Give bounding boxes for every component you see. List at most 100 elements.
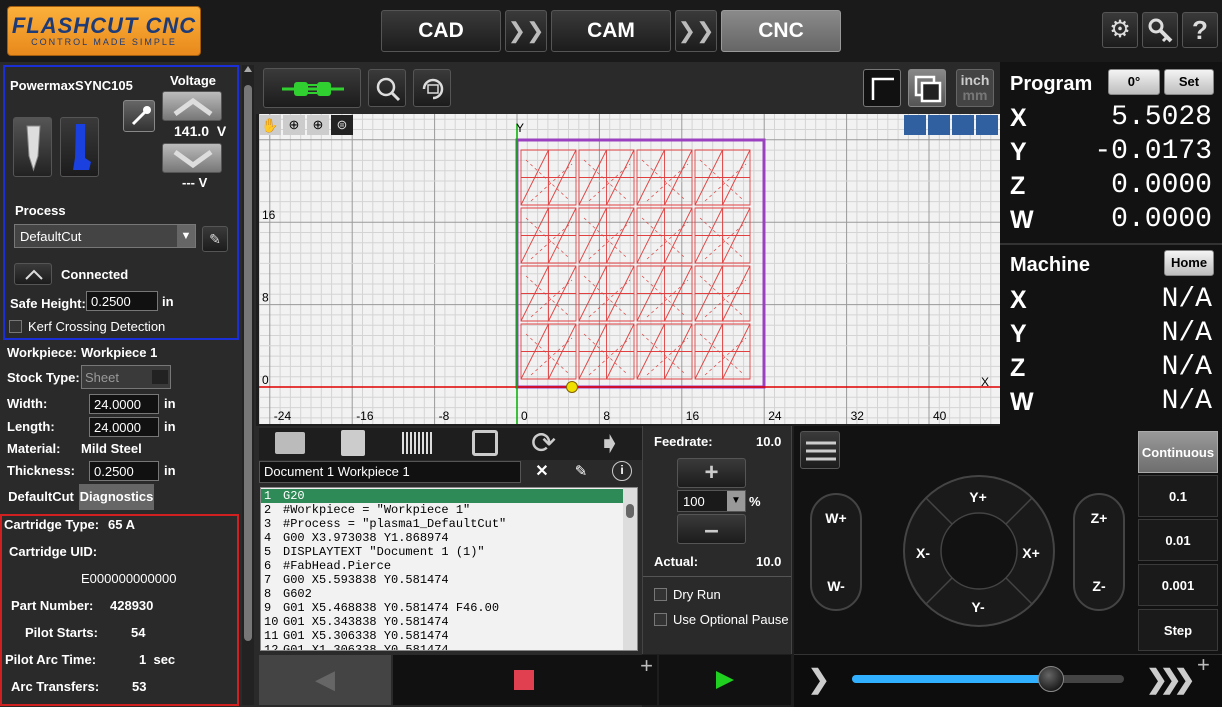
jog-step-0-1[interactable]: 0.1 bbox=[1138, 475, 1218, 517]
layers-button[interactable] bbox=[908, 69, 946, 107]
jog-continuous-button[interactable]: Continuous bbox=[1138, 431, 1218, 473]
scrollbar-thumb[interactable] bbox=[244, 85, 252, 641]
undo-icon[interactable]: ⟳ bbox=[531, 426, 556, 461]
machine-axis-y-label: Y bbox=[1010, 320, 1027, 348]
length-input[interactable] bbox=[89, 417, 159, 437]
machine-axis-y-value: N/A bbox=[1161, 318, 1212, 349]
gcode-line[interactable]: 5 DISPLAYTEXT "Document 1 (1)" bbox=[261, 545, 623, 559]
gcode-line[interactable]: 6 #FabHead.Pierce bbox=[261, 559, 623, 573]
marker-button[interactable] bbox=[60, 117, 99, 177]
jog-x-minus-button[interactable]: X- bbox=[906, 545, 940, 561]
jog-x-plus-button[interactable]: X+ bbox=[1014, 545, 1048, 561]
jog-z-plus-button[interactable]: Z+ bbox=[1073, 496, 1125, 548]
gcode-line[interactable]: 8 G602 bbox=[261, 587, 623, 601]
gcode-line[interactable]: 10 G01 X5.343838 Y0.581474 bbox=[261, 615, 623, 629]
tab-cad[interactable]: CAD bbox=[381, 10, 501, 52]
copy-icon[interactable] bbox=[341, 430, 365, 456]
jog-speed-thumb[interactable] bbox=[1037, 666, 1064, 692]
gcode-line[interactable]: 12 G01 X1.306338 Y0.581474 bbox=[261, 643, 623, 650]
edit-process-button[interactable]: ✎ bbox=[202, 226, 228, 252]
tab-cnc[interactable]: CNC bbox=[721, 10, 841, 52]
tab-diagnostics[interactable]: Diagnostics bbox=[79, 484, 154, 510]
stop-button[interactable]: + bbox=[393, 653, 657, 705]
gcode-scrollbar[interactable] bbox=[623, 488, 637, 650]
settings-button[interactable]: ⚙ bbox=[1102, 12, 1138, 48]
width-input[interactable] bbox=[89, 394, 159, 414]
feed-decrease-button[interactable]: – bbox=[677, 514, 746, 544]
jog-step-0-001[interactable]: 0.001 bbox=[1138, 564, 1218, 606]
help-button[interactable]: ? bbox=[1182, 12, 1218, 48]
marker-icon bbox=[73, 124, 91, 170]
import-icon[interactable] bbox=[472, 430, 498, 456]
start-button[interactable] bbox=[659, 655, 791, 705]
jog-w-plus-button[interactable]: W+ bbox=[810, 496, 862, 548]
optional-pause-checkbox[interactable] bbox=[654, 613, 667, 626]
stock-type-select[interactable]: Sheet bbox=[81, 365, 171, 389]
connect-button[interactable] bbox=[263, 68, 361, 108]
tab-defaultcut[interactable]: DefaultCut bbox=[5, 484, 77, 510]
set-button[interactable]: Set bbox=[1164, 69, 1214, 95]
barcode-icon[interactable] bbox=[402, 432, 434, 454]
gcode-line[interactable]: 3 #Process = "plasma1_DefaultCut" bbox=[261, 517, 623, 531]
info-button[interactable]: i bbox=[610, 461, 634, 483]
process-select[interactable]: DefaultCut ▼ bbox=[14, 224, 196, 248]
zoom-in-icon[interactable]: ⊕ bbox=[283, 115, 305, 135]
rename-document-button[interactable]: ✎ bbox=[566, 461, 596, 483]
safe-height-input[interactable] bbox=[86, 291, 158, 311]
collapse-button[interactable] bbox=[14, 263, 52, 285]
toolpath-view[interactable]: -24 -16 -8 0 8 16 24 32 40 16 8 0 bbox=[259, 114, 1000, 424]
jog-menu-button[interactable] bbox=[800, 431, 840, 469]
gcode-line[interactable]: 7 G00 X5.593838 Y0.581474 bbox=[261, 573, 623, 587]
gcode-line[interactable]: 4 G00 X3.973038 Y1.868974 bbox=[261, 531, 623, 545]
jog-y-minus-button[interactable]: Y- bbox=[958, 599, 998, 615]
thickness-input[interactable] bbox=[89, 461, 159, 481]
y-tick-label: 0 bbox=[262, 373, 269, 387]
jog-step-0-01[interactable]: 0.01 bbox=[1138, 519, 1218, 561]
gcode-line[interactable]: 2 #Workpiece = "Workpiece 1" bbox=[261, 503, 623, 517]
open-folder-icon[interactable] bbox=[275, 432, 305, 454]
feed-override-select[interactable]: 100 ▼ bbox=[677, 490, 746, 512]
view-iso-icon[interactable] bbox=[904, 115, 926, 135]
jog-w-minus-button[interactable]: W- bbox=[810, 556, 862, 608]
scrollbar-up-arrow[interactable] bbox=[244, 66, 252, 72]
zoom-window-icon[interactable]: ⊕ bbox=[307, 115, 329, 135]
eyedropper-button[interactable] bbox=[123, 100, 155, 132]
voltage-up-button[interactable] bbox=[162, 91, 222, 121]
voltage-down-button[interactable] bbox=[162, 143, 222, 173]
slow-chevron-icon[interactable]: ❯ bbox=[808, 664, 830, 695]
angle-button[interactable]: 0° bbox=[1108, 69, 1160, 95]
jog-y-plus-button[interactable]: Y+ bbox=[958, 489, 998, 505]
pan-hand-icon[interactable]: ✋ bbox=[259, 115, 281, 135]
redo-icon[interactable]: ➧ bbox=[597, 426, 622, 461]
jog-z-minus-button[interactable]: Z- bbox=[1073, 556, 1125, 608]
gcode-line[interactable]: 11 G01 X5.306338 Y0.581474 bbox=[261, 629, 623, 643]
gcode-line[interactable]: 1 G20 bbox=[261, 489, 623, 503]
view-front-icon[interactable] bbox=[928, 115, 950, 135]
view-top-icon[interactable] bbox=[952, 115, 974, 135]
tab-cam[interactable]: CAM bbox=[551, 10, 671, 52]
fast-chevron-icon[interactable]: ❯❯❯ bbox=[1146, 664, 1195, 695]
left-scrollbar[interactable] bbox=[242, 65, 254, 705]
gcode-line[interactable]: 9 G01 X5.468838 Y0.581474 F46.00 bbox=[261, 601, 623, 615]
gcode-editor[interactable]: 1 G20 2 #Workpiece = "Workpiece 1" 3 #Process… bbox=[260, 487, 638, 651]
add-icon[interactable]: + bbox=[1197, 652, 1210, 678]
license-button[interactable] bbox=[1142, 12, 1178, 48]
torch-button[interactable] bbox=[13, 117, 52, 177]
prev-button[interactable]: ◀ bbox=[259, 655, 391, 705]
zoom-fit-button[interactable] bbox=[368, 69, 406, 107]
feed-increase-button[interactable]: + bbox=[677, 458, 746, 488]
jog-step-mode[interactable]: Step bbox=[1138, 609, 1218, 651]
dry-run-checkbox[interactable] bbox=[654, 588, 667, 601]
kerf-checkbox[interactable] bbox=[9, 320, 22, 333]
zoom-extents-icon[interactable]: ⊜ bbox=[331, 115, 353, 135]
document-name-field[interactable]: Document 1 Workpiece 1 bbox=[259, 461, 521, 483]
jog-speed-slider[interactable] bbox=[852, 666, 1124, 692]
home-button[interactable]: Home bbox=[1164, 250, 1214, 276]
grid-toggle-icon[interactable] bbox=[976, 115, 998, 135]
rotate-view-button[interactable] bbox=[413, 69, 451, 107]
stock-type-label: Stock Type: bbox=[7, 370, 80, 385]
corner-view-button[interactable] bbox=[863, 69, 901, 107]
close-document-button[interactable]: ✕ bbox=[527, 461, 557, 483]
unit-toggle-button[interactable]: inch mm bbox=[956, 69, 994, 107]
scrollbar-thumb[interactable] bbox=[626, 504, 634, 518]
